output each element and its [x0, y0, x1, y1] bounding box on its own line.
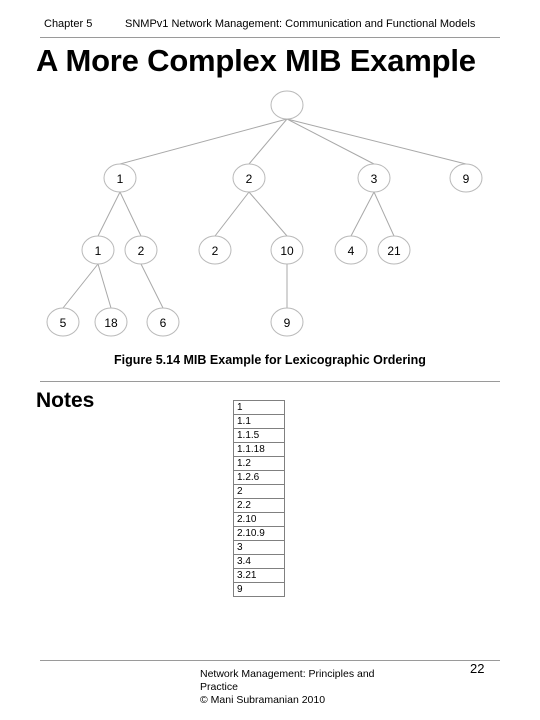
- table-row: 1.2.6: [233, 470, 285, 485]
- oid-cell: 2: [233, 484, 285, 499]
- oid-cell: 2.10.9: [233, 526, 285, 541]
- tree-edge: [373, 191, 395, 237]
- oid-cell: 3.21: [233, 568, 285, 583]
- tree-node-label: 6: [160, 316, 167, 330]
- tree-node[interactable]: 10: [270, 235, 304, 265]
- oid-cell: 3.4: [233, 554, 285, 569]
- page-title: A More Complex MIB Example: [36, 43, 476, 78]
- table-row: 1.1: [233, 414, 285, 429]
- tree-node-label: 2: [138, 244, 145, 258]
- table-row: 2.2: [233, 498, 285, 513]
- tree-node[interactable]: 3: [357, 163, 391, 193]
- footer-attribution: Network Management: Principles and Pract…: [200, 668, 450, 707]
- tree-node-label: 2: [212, 244, 219, 258]
- tree-edge: [119, 118, 288, 165]
- footer-line-1: Network Management: Principles and: [200, 668, 375, 680]
- table-row: 2.10: [233, 512, 285, 527]
- header-subject-label: SNMPv1 Network Management: Communication…: [125, 18, 476, 30]
- oid-cell: 1: [233, 400, 285, 415]
- tree-node-label: 1: [95, 244, 102, 258]
- tree-node[interactable]: 21: [377, 235, 411, 265]
- tree-edge: [286, 118, 375, 165]
- oid-cell: 2.2: [233, 498, 285, 513]
- tree-node[interactable]: 2: [198, 235, 232, 265]
- tree-edge: [248, 191, 288, 237]
- tree-edge: [214, 191, 250, 237]
- tree-node-label: 9: [284, 316, 291, 330]
- tree-node-label: 2: [246, 172, 253, 186]
- table-row: 2.10.9: [233, 526, 285, 541]
- tree-node[interactable]: 9: [449, 163, 483, 193]
- notes-divider: [40, 381, 500, 382]
- tree-edge: [286, 118, 467, 165]
- tree-nodes: 1 2 3 9 1 2 2 10 4 21 5 18 6 9: [46, 90, 483, 337]
- tree-edge: [97, 263, 112, 309]
- tree-node[interactable]: [270, 90, 304, 120]
- tree-node-circle: [270, 90, 304, 120]
- tree-node[interactable]: 4: [334, 235, 368, 265]
- tree-node[interactable]: 6: [146, 307, 180, 337]
- tree-node-label: 4: [348, 244, 355, 258]
- header-divider: [40, 37, 500, 38]
- tree-node-label: 3: [371, 172, 378, 186]
- mib-tree-svg: 1 2 3 9 1 2 2 10 4 21 5 18 6 9: [46, 90, 483, 337]
- oid-cell: 9: [237, 584, 243, 595]
- oid-cell: 3: [233, 540, 285, 555]
- tree-edge: [97, 191, 121, 237]
- table-row: 1: [233, 400, 285, 415]
- oid-cell: 2.10: [233, 512, 285, 527]
- tree-edge: [119, 191, 142, 237]
- table-row: 1.1.18: [233, 442, 285, 457]
- tree-node-label: 10: [280, 244, 294, 258]
- table-row: 3: [233, 540, 285, 555]
- footer-line-3: © Mani Subramanian 2010: [200, 694, 326, 706]
- oid-cell: 1.1: [233, 414, 285, 429]
- footer-line-2: Practice: [200, 681, 238, 693]
- tree-edges: [62, 118, 467, 309]
- tree-node[interactable]: 2: [232, 163, 266, 193]
- tree-edge: [140, 263, 164, 309]
- tree-node[interactable]: 9: [270, 307, 304, 337]
- page-number: 22: [470, 661, 485, 676]
- mib-tree-diagram: 1 2 3 9 1 2 2 10 4 21 5 18 6 9: [0, 80, 540, 350]
- footer-divider: [40, 660, 500, 661]
- tree-node-label: 5: [60, 316, 67, 330]
- slide-page: Chapter 5 SNMPv1 Network Management: Com…: [0, 0, 540, 720]
- oid-cell: 1.2: [233, 456, 285, 471]
- tree-edge: [62, 263, 99, 309]
- tree-node[interactable]: 1: [103, 163, 137, 193]
- table-row: 1.1.5: [233, 428, 285, 443]
- tree-node[interactable]: 2: [124, 235, 158, 265]
- table-row: 1.2: [233, 456, 285, 471]
- table-row: 3.4: [233, 554, 285, 569]
- tree-node[interactable]: 1: [81, 235, 115, 265]
- figure-caption: Figure 5.14 MIB Example for Lexicographi…: [114, 353, 426, 367]
- tree-edge: [248, 118, 288, 165]
- oid-table-body: 1 1.1 1.1.5 1.1.18 1.2 1.2.6 2 2.2 2.10 2.10.9 3 3.…: [233, 400, 285, 597]
- table-row: 2: [233, 484, 285, 499]
- tree-node-label: 18: [104, 316, 118, 330]
- tree-node[interactable]: 5: [46, 307, 80, 337]
- tree-node-label: 1: [117, 172, 124, 186]
- oid-cell: 1.1.18: [233, 442, 285, 457]
- oid-cell: 1.2.6: [233, 470, 285, 485]
- tree-node-label: 21: [387, 244, 401, 258]
- tree-node-label: 9: [463, 172, 470, 186]
- tree-edge: [350, 191, 375, 237]
- table-row: 3.21: [233, 568, 285, 583]
- tree-node[interactable]: 18: [94, 307, 128, 337]
- oid-ordering-table: 1 1.1 1.1.5 1.1.18 1.2 1.2.6 2 2.2 2.10 2.10.9 3 3.…: [233, 400, 285, 597]
- notes-heading: Notes: [36, 389, 95, 412]
- header-chapter-label: Chapter 5: [44, 18, 93, 30]
- table-row: 9: [234, 583, 285, 597]
- oid-cell: 1.1.5: [233, 428, 285, 443]
